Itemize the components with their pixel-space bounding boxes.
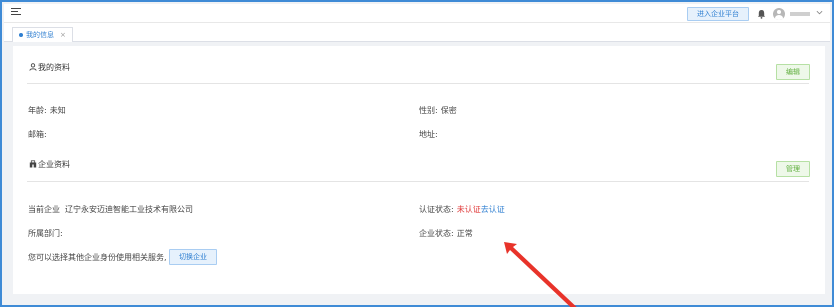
manage-button[interactable]: 管理: [776, 161, 810, 177]
top-bar: 进入企业平台: [4, 4, 830, 23]
certification-status-label: 认证状态:: [419, 205, 454, 214]
tab-close-icon[interactable]: ×: [60, 28, 66, 42]
profile-divider: [27, 83, 809, 84]
enter-enterprise-platform-button[interactable]: 进入企业平台: [687, 7, 749, 21]
window-frame: 进入企业平台 我的信息 × 我的资料 编辑 年龄: 未知 性别: 保密 邮箱: …: [0, 0, 834, 307]
profile-title-text: 我的资料: [38, 63, 70, 72]
gender-label: 性别:: [419, 106, 438, 115]
profile-section-title: 我的资料: [29, 62, 70, 73]
switch-enterprise-hint: 您可以选择其他企业身份使用相关服务,: [28, 253, 167, 262]
enterprise-section-title: 企业资料: [29, 159, 70, 170]
user-avatar-icon[interactable]: [773, 8, 785, 20]
department-label: 所属部门:: [28, 229, 63, 238]
gender-field: 性别: 保密: [419, 105, 457, 116]
bell-icon[interactable]: [757, 9, 766, 19]
enterprise-status-value: 正常: [456, 229, 473, 238]
edit-button[interactable]: 编辑: [776, 64, 810, 80]
enterprise-title-text: 企业资料: [38, 160, 70, 169]
annotation-arrow-icon: [504, 242, 577, 307]
age-label: 年龄:: [28, 106, 47, 115]
active-dot-icon: [19, 33, 23, 37]
menu-toggle-icon[interactable]: [11, 8, 21, 17]
enterprise-status-label: 企业状态:: [419, 229, 454, 238]
tab-my-info[interactable]: 我的信息 ×: [12, 27, 73, 42]
enterprise-divider: [27, 181, 809, 182]
gender-value: 保密: [440, 106, 457, 115]
user-icon: [29, 63, 37, 71]
certification-status-field: 认证状态: 未认证去认证: [419, 204, 505, 215]
chevron-down-icon[interactable]: [816, 10, 823, 15]
age-value: 未知: [49, 106, 66, 115]
enterprise-status-field: 企业状态: 正常: [419, 228, 473, 239]
switch-enterprise-button[interactable]: 切换企业: [169, 249, 217, 265]
address-field: 地址:: [419, 129, 441, 140]
tab-bar: 我的信息 ×: [4, 23, 830, 42]
go-certify-link[interactable]: 去认证: [481, 205, 505, 214]
department-field: 所属部门:: [28, 228, 66, 239]
email-field: 邮箱:: [28, 129, 50, 140]
current-enterprise-value: 辽宁永安迈迪智能工业技术有限公司: [65, 205, 193, 214]
certification-status-value: 未认证: [456, 205, 481, 214]
current-enterprise-field: 当前企业 辽宁永安迈迪智能工业技术有限公司: [28, 204, 193, 215]
address-label: 地址:: [419, 130, 438, 139]
email-label: 邮箱:: [28, 130, 47, 139]
building-icon: [29, 160, 37, 168]
username-redacted[interactable]: [790, 12, 810, 16]
current-enterprise-label: 当前企业: [28, 205, 60, 214]
age-field: 年龄: 未知: [28, 105, 66, 116]
tab-label: 我的信息: [26, 31, 54, 39]
main-content: 我的资料 编辑 年龄: 未知 性别: 保密 邮箱: 地址: 企业资料 管理 当前企业…: [13, 46, 825, 307]
